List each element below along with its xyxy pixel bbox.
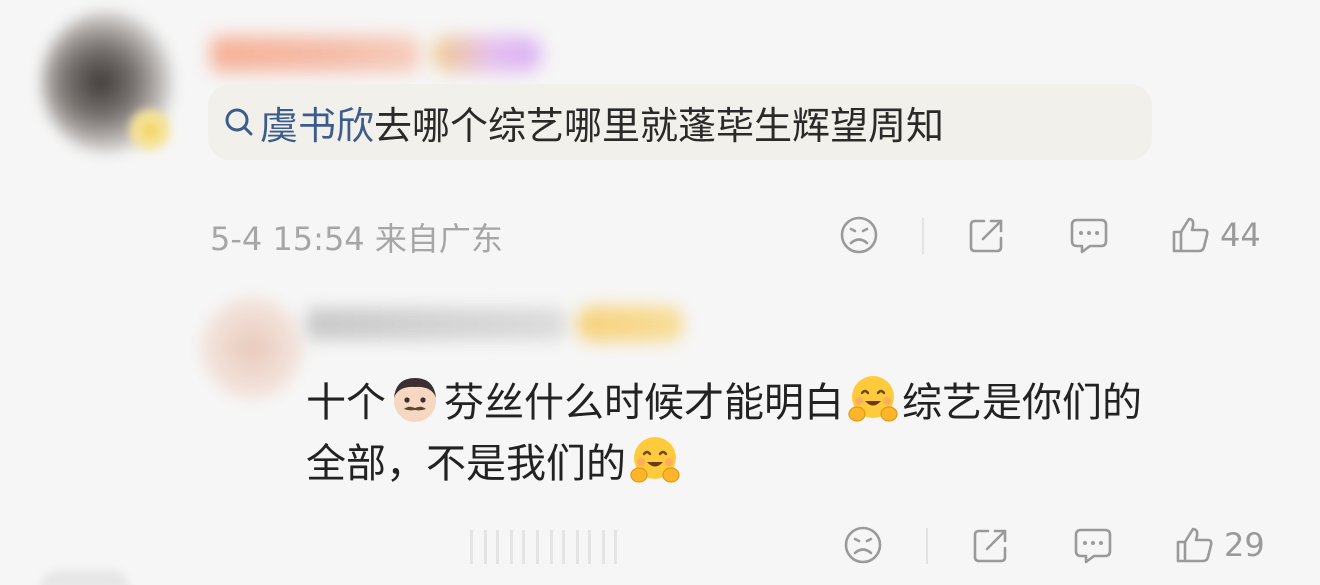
search-topic-chip[interactable]: 虞书欣 去哪个综艺哪里就蓬荜生辉望周知: [208, 84, 1152, 160]
reply-text-part: 全部，不是我们的: [306, 441, 626, 487]
dislike-button[interactable]: [838, 214, 880, 256]
search-icon: [225, 108, 253, 136]
like-button[interactable]: 29: [1174, 524, 1265, 566]
username-redacted[interactable]: [306, 308, 566, 340]
redacted-meta: [470, 530, 620, 564]
comment-button[interactable]: [1068, 214, 1110, 256]
comment-meta: 5-4 15:54 来自广东: [210, 220, 503, 258]
user-badge-redacted: [576, 306, 684, 342]
reply-text-part: 十个: [306, 380, 386, 426]
like-button[interactable]: 44: [1170, 214, 1261, 256]
reply-text-part: 综艺是你们的: [902, 380, 1142, 426]
dislike-face-icon: [840, 216, 878, 254]
next-avatar-edge: [40, 570, 130, 585]
hugging-face-emoji: [630, 437, 680, 483]
reply-text-part: 芬丝什么时候才能明白: [444, 380, 844, 426]
comment-text: 去哪个综艺哪里就蓬荜生辉望周知: [374, 103, 945, 148]
verified-badge-icon: [128, 108, 172, 152]
comment-button[interactable]: [1072, 524, 1114, 566]
username-redacted[interactable]: [210, 36, 420, 72]
comment-icon: [1074, 528, 1112, 564]
user-badge-redacted: [432, 36, 542, 72]
avatar[interactable]: [200, 296, 304, 400]
share-icon: [973, 529, 1007, 563]
like-count: 29: [1224, 526, 1265, 564]
share-icon: [969, 219, 1003, 253]
hugging-face-emoji: [848, 376, 898, 422]
divider: [926, 528, 928, 564]
share-button[interactable]: [966, 214, 1008, 256]
comment-icon: [1070, 218, 1108, 254]
divider: [922, 218, 924, 254]
reply-text: 十个 芬丝什么时候才能明白 综艺是你们的 全部，不是我们的: [306, 372, 1266, 494]
like-icon: [1172, 217, 1209, 253]
man-face-emoji: [394, 378, 436, 422]
dislike-face-icon: [844, 526, 882, 564]
like-icon: [1176, 527, 1213, 563]
dislike-button[interactable]: [842, 524, 884, 566]
like-count: 44: [1220, 216, 1261, 254]
comment-thread: 虞书欣 去哪个综艺哪里就蓬荜生辉望周知 5-4 15:54 来自广东 44 十个…: [0, 0, 1320, 585]
search-keyword[interactable]: 虞书欣: [260, 95, 374, 150]
share-button[interactable]: [970, 524, 1012, 566]
